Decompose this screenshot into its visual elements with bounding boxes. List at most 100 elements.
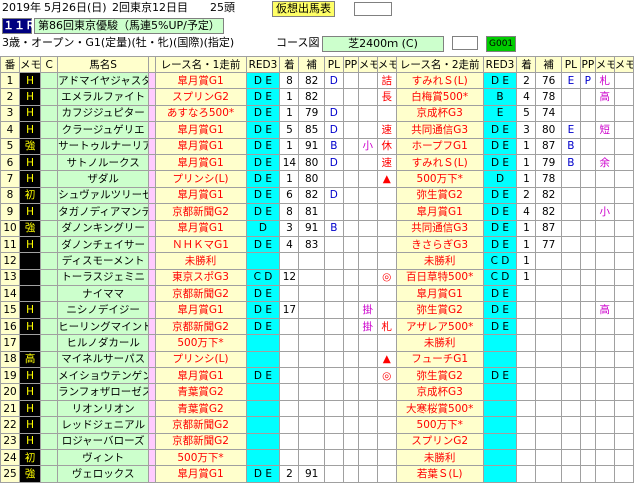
red3-cell-1: C D — [245, 268, 281, 287]
red3-cell-1 — [245, 350, 281, 369]
horse-name[interactable]: ダノンキングリー — [57, 219, 150, 237]
hosei-1 — [298, 268, 325, 287]
prev-race-1: 500万下* — [154, 448, 247, 467]
prev-race-1: 皐月賞G1 — [154, 71, 247, 90]
horse-name[interactable]: クラージュゲリエ — [57, 121, 150, 139]
pl-2 — [560, 301, 581, 319]
pl-2 — [560, 203, 581, 221]
horse-name[interactable]: リオンリオン — [57, 399, 150, 418]
mark-cell: H — [19, 203, 42, 221]
table-row[interactable]: 10 強 ダノンキングリー 皐月賞G1 D 3 91 B 共同通信G3 D E … — [0, 219, 634, 237]
horse-name[interactable]: ニシノデイジー — [57, 301, 150, 319]
table-row[interactable]: 12 ディスモーメント 未勝利 未勝利 C D 1 — [0, 252, 634, 270]
c-cell — [40, 416, 59, 434]
horse-name[interactable]: ヒルノダカール — [57, 334, 150, 352]
horse-name[interactable]: タガノディアマンテ — [57, 203, 150, 221]
memo-2a — [594, 137, 615, 155]
horse-name[interactable]: ザダル — [57, 170, 150, 188]
horse-name[interactable]: サートゥルナーリア — [57, 137, 150, 155]
horse-name[interactable]: シュヴァルツリーゼ — [57, 186, 150, 205]
horse-name[interactable]: ダノンチェイサー — [57, 235, 150, 254]
table-row[interactable]: 5 強 サートゥルナーリア 皐月賞G1 D E 1 91 B 小 休 ホープフG… — [0, 137, 634, 155]
red3-cell-2: D E — [482, 121, 518, 139]
race-header: 2019年 5月26日(日) 2回東京12日目 25頭 仮想出馬表 １１Ｒ 第8… — [0, 0, 634, 56]
horse-name[interactable]: トーラスジェミニ — [57, 268, 150, 287]
pl-1 — [323, 252, 344, 270]
prev-race-2: アザレア500* — [395, 317, 484, 336]
table-row[interactable]: 16 H ヒーリングマインド 京都新聞G2 D E 掛 札 アザレア500* D… — [0, 317, 634, 336]
mark-cell: H — [19, 399, 42, 418]
table-row[interactable]: 24 初 ヴィント 500万下* 未勝利 — [0, 448, 634, 467]
horse-name[interactable]: ナイママ — [57, 285, 150, 303]
table-row[interactable]: 1 H アドマイヤジャスタ 皐月賞G1 D E 8 82 D 詰 すみれＳ(L)… — [0, 71, 634, 90]
col-header: レース名・1走前 — [154, 56, 247, 73]
finish-1: 8 — [279, 71, 300, 90]
red3-cell-2 — [482, 399, 518, 418]
table-row[interactable]: 6 H サトノルークス 皐月賞G1 D E 14 80 D 速 すみれＳ(L) … — [0, 153, 634, 172]
finish-1 — [279, 317, 300, 336]
c-cell — [40, 317, 59, 336]
hosei-2 — [535, 350, 562, 369]
hosei-1: 82 — [298, 186, 325, 205]
table-row[interactable]: 23 H ロジャーバローズ 京都新聞G2 スプリンG2 — [0, 432, 634, 450]
table-row[interactable]: 2 H エメラルファイト スプリンG2 D E 1 82 長 白梅賞500* B… — [0, 88, 634, 106]
table-row[interactable]: 17 ヒルノダカール 500万下* 未勝利 — [0, 334, 634, 352]
red3-cell-1: D E — [245, 186, 281, 205]
table-row[interactable]: 15 H ニシノデイジー 皐月賞G1 D E 17 掛 弥生賞G2 D E 高 — [0, 301, 634, 319]
red3-cell-1: D E — [245, 170, 281, 188]
table-row[interactable]: 19 H メイショウテンゲン 皐月賞G1 D E ◎ 弥生賞G2 D E — [0, 367, 634, 385]
memo-1a — [357, 334, 378, 352]
table-row[interactable]: 18 高 マイネルサーパス プリンシ(L) ▲ フューチG1 — [0, 350, 634, 369]
table-row[interactable]: 8 初 シュヴァルツリーゼ 皐月賞G1 D E 6 82 D 弥生賞G2 D E… — [0, 186, 634, 205]
memo-1a — [357, 170, 378, 188]
horse-name[interactable]: ヒーリングマインド — [57, 317, 150, 336]
table-row[interactable]: 22 H レッドジェニアル 京都新聞G2 500万下* — [0, 416, 634, 434]
hosei-1: 81 — [298, 203, 325, 221]
table-row[interactable]: 20 H ランフォザローゼス 青葉賞G2 京成杯G3 — [0, 383, 634, 401]
prev-race-1: 皐月賞G1 — [154, 186, 247, 205]
c-cell — [40, 235, 59, 254]
pp-1 — [342, 186, 359, 205]
hosei-2: 87 — [535, 219, 562, 237]
finish-2 — [516, 367, 537, 385]
table-row[interactable]: 21 H リオンリオン 青葉賞G2 大寒桜賞500* — [0, 399, 634, 418]
finish-2 — [516, 416, 537, 434]
prev-race-1: 皐月賞G1 — [154, 367, 247, 385]
horse-name[interactable]: レッドジェニアル — [57, 416, 150, 434]
table-row[interactable]: 11 H ダノンチェイサー ＮＨＫマG1 D E 4 83 きさらぎG3 D E… — [0, 235, 634, 254]
prev-race-2: 共同通信G3 — [395, 121, 484, 139]
memo-1a — [357, 153, 378, 172]
prev-race-1: プリンシ(L) — [154, 350, 247, 369]
table-row[interactable]: 9 H タガノディアマンテ 京都新聞G2 D E 8 81 皐月賞G1 D E … — [0, 203, 634, 221]
table-row[interactable]: 13 トーラスジェミニ 東京スポG3 C D 12 ◎ 百日草特500* C D… — [0, 268, 634, 287]
horse-name[interactable]: マイネルサーパス — [57, 350, 150, 369]
horse-name[interactable]: ロジャーバローズ — [57, 432, 150, 450]
table-row[interactable]: 3 H カフジジュピター あすなろ500* D E 1 79 D 京成杯G3 E… — [0, 104, 634, 123]
horse-name[interactable]: メイショウテンゲン — [57, 367, 150, 385]
table-row[interactable]: 4 H クラージュゲリエ 皐月賞G1 D E 5 85 D 速 共同通信G3 D… — [0, 121, 634, 139]
pp-1 — [342, 285, 359, 303]
sheet-title[interactable]: 仮想出馬表 — [272, 1, 335, 17]
col-header: メモ — [613, 56, 634, 73]
memo-2b — [613, 153, 634, 172]
horse-name[interactable]: エメラルファイト — [57, 88, 150, 106]
c-cell — [40, 88, 59, 106]
pp-1 — [342, 399, 359, 418]
table-row[interactable]: 7 H ザダル プリンシ(L) D E 1 80 ▲ 500万下* D 1 78 — [0, 170, 634, 188]
blank-field[interactable] — [354, 2, 392, 16]
horse-name[interactable]: アドマイヤジャスタ — [57, 71, 150, 90]
col-header: 番 — [0, 56, 21, 73]
red3-cell-2: D E — [482, 137, 518, 155]
horse-name[interactable]: ディスモーメント — [57, 252, 150, 270]
red3-cell-2: D E — [482, 186, 518, 205]
red3-cell-2 — [482, 334, 518, 352]
horse-name[interactable]: ヴィント — [57, 448, 150, 467]
horse-name[interactable]: カフジジュピター — [57, 104, 150, 123]
horse-number: 24 — [0, 448, 21, 467]
table-row[interactable]: 14 ナイママ 京都新聞G2 D E 皐月賞G1 D E — [0, 285, 634, 303]
horse-name[interactable]: サトノルークス — [57, 153, 150, 172]
horse-name[interactable]: ランフォザローゼス — [57, 383, 150, 401]
prev-race-2: 皐月賞G1 — [395, 203, 484, 221]
entry-table: 番 メモ C 馬名S レース名・1走前 RED3 着 補 PL PP メモ メモ… — [0, 56, 634, 483]
red3-cell-1 — [245, 334, 281, 352]
